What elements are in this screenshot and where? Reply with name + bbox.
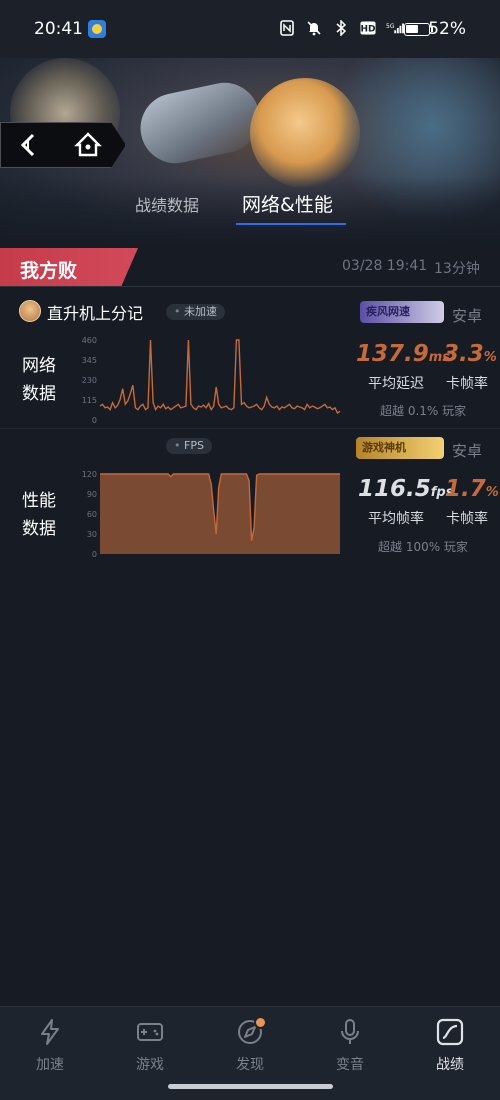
nav-match-record[interactable]: 战绩 [420,1014,480,1078]
series-area [100,474,340,554]
network-latency-chart: 0 115 230 345 460 [82,336,341,425]
network-frame-drop-number: 3.3 [443,341,484,367]
svg-text:5G: 5G [386,23,395,30]
mute-icon [305,19,323,37]
divider [0,428,500,429]
network-section-label: 网络数据 [22,356,56,404]
tab-network-performance[interactable]: 网络&性能 [242,190,333,217]
y-tick-label: 30 [87,530,97,539]
network-frame-drop-value: 3.3% [443,341,497,367]
nav-discover-label: 发现 [236,1057,264,1073]
tab-match-record[interactable]: 战绩数据 [135,192,199,216]
microphone-icon [341,1019,359,1044]
perf-frame-drop-number: 1.7 [445,476,486,502]
avg-latency-value: 137.9ms [356,341,450,367]
nav-games[interactable]: 游戏 [120,1014,180,1078]
divider [0,286,500,287]
network-rank: 超越 0.1% 玩家 [380,404,467,418]
series-line [99,339,341,415]
home-icon [74,132,102,157]
notification-badge [254,1016,267,1029]
nav-boost-label: 加速 [36,1057,64,1073]
avg-fps-value: 116.5fps [358,476,453,502]
lightning-icon [41,1019,59,1045]
home-button[interactable] [72,130,104,160]
fps-tag: FPS [166,438,212,454]
network-frame-drop-unit: % [483,350,497,365]
avg-latency-label: 平均延迟 [368,376,424,392]
y-tick-label: 120 [82,470,97,479]
fps-chart: 0 30 60 90 120 [82,470,340,559]
network-frame-drop-label: 卡帧率 [446,376,488,392]
y-tick-label: 90 [87,490,97,499]
nav-voice-changer[interactable]: 变音 [320,1014,380,1078]
match-duration: 13分钟 [434,261,480,277]
status-bar: 20:41 HD 5G 52% [0,0,500,58]
network-platform: 安卓 [452,307,483,325]
match-time: 03/28 19:41 [342,258,428,274]
battery-icon [404,23,433,36]
avatar [19,300,41,322]
y-tick-label: 230 [82,376,97,385]
perf-frame-drop-label: 卡帧率 [446,511,488,527]
status-time: 20:41 [34,19,83,39]
y-tick-label: 345 [82,356,97,365]
hero-artwork-arm [134,76,266,170]
back-arrow-icon [20,133,35,157]
y-tick-label: 60 [87,510,97,519]
performance-brand-badge: 游戏神机 [356,437,444,459]
perf-frame-drop-value: 1.7% [445,476,499,502]
performance-platform: 安卓 [452,442,483,460]
status-icons: HD 5G [278,19,404,37]
perf-frame-drop-unit: % [485,485,499,500]
gamepad-icon [137,1023,163,1041]
avg-fps-number: 116.5 [358,476,431,502]
y-tick-label: 460 [82,336,97,345]
match-result: 我方败 [20,260,78,282]
active-tab-indicator [236,223,346,225]
svg-text:HD: HD [360,25,375,35]
bluetooth-icon [332,19,350,37]
avg-fps-label: 平均帧率 [368,511,424,527]
nav-voice-label: 变音 [336,1057,364,1073]
performance-rank: 超越 100% 玩家 [378,540,468,554]
battery-percent: 52% [428,19,466,39]
player-name: 直升机上分记 [47,304,144,323]
performance-section-label: 性能数据 [22,491,56,539]
home-indicator[interactable] [168,1084,333,1089]
nfc-icon [278,19,296,37]
y-tick-label: 115 [82,396,97,405]
hd-icon: HD [359,19,377,37]
5g-signal-icon: 5G [386,19,404,37]
nav-record-label: 战绩 [436,1057,464,1073]
nav-boost[interactable]: 加速 [20,1014,80,1078]
app-notification-icon [88,20,106,38]
chart-icon [436,1018,464,1046]
back-button[interactable] [14,130,44,160]
nav-discover[interactable]: 发现 [220,1014,280,1078]
nav-games-label: 游戏 [136,1057,164,1073]
y-tick-label: 0 [92,550,97,559]
acceleration-tag: 未加速 [166,304,225,320]
avg-latency-number: 137.9 [356,341,429,367]
y-tick-label: 0 [92,416,97,425]
network-brand-badge: 疾风网速 [360,301,444,323]
